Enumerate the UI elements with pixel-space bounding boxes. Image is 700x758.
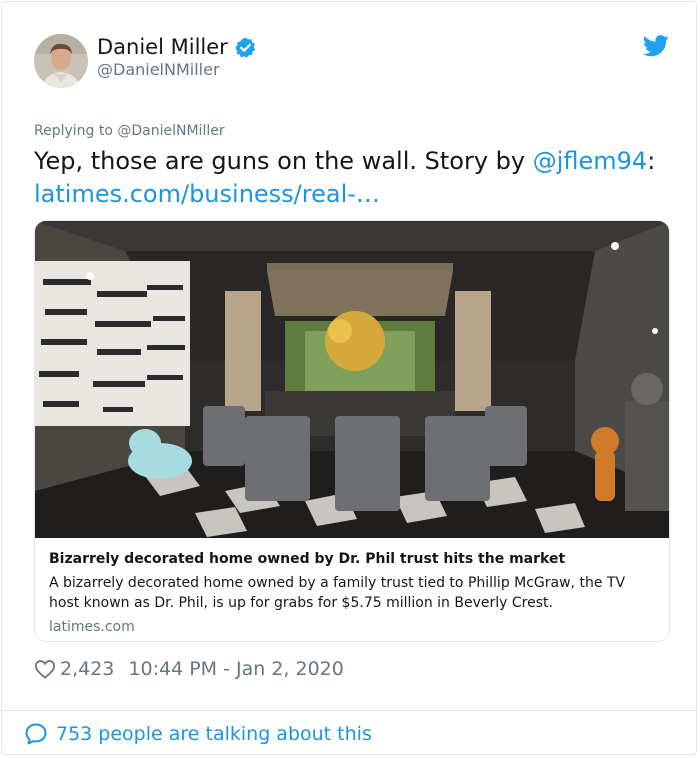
avatar[interactable]: [34, 34, 88, 88]
tweet-text-before: Yep, those are guns on the wall. Story b…: [34, 147, 533, 175]
user-handle[interactable]: @DanielNMiller: [97, 60, 220, 79]
tweet-card: Daniel Miller @DanielNMiller Replying to…: [1, 1, 697, 755]
article-link[interactable]: latimes.com/business/real-…: [34, 180, 380, 208]
link-card-title: Bizarrely decorated home owned by Dr. Ph…: [49, 551, 566, 567]
conversation-count: 753 people are talking about this: [56, 723, 372, 745]
link-card-description: A bizarrely decorated home owned by a fa…: [49, 575, 626, 611]
speech-bubble-icon: [25, 723, 47, 745]
tweet-meta: 2,423 10:44 PM - Jan 2, 2020: [34, 658, 344, 680]
like-count[interactable]: 2,423: [60, 658, 114, 680]
mention-link[interactable]: @jflem94: [533, 147, 647, 175]
twitter-bird-icon[interactable]: [643, 35, 669, 57]
dining-room-photo: [35, 221, 669, 538]
heart-icon[interactable]: [34, 659, 56, 679]
tweet-text: Yep, those are guns on the wall. Story b…: [34, 145, 674, 211]
link-card[interactable]: Bizarrely decorated home owned by Dr. Ph…: [34, 220, 670, 642]
tweet-text-after: :: [647, 147, 656, 175]
display-name-text: Daniel Miller: [97, 35, 228, 59]
tweet-timestamp[interactable]: 10:44 PM - Jan 2, 2020: [128, 658, 343, 680]
link-card-domain: latimes.com: [49, 619, 135, 635]
replying-to[interactable]: Replying to @DanielNMiller: [34, 123, 225, 139]
conversation-link[interactable]: 753 people are talking about this: [24, 722, 372, 746]
display-name[interactable]: Daniel Miller: [97, 35, 257, 59]
link-card-text: Bizarrely decorated home owned by Dr. Ph…: [35, 538, 669, 635]
divider: [2, 710, 696, 711]
verified-badge-icon: [235, 36, 255, 58]
